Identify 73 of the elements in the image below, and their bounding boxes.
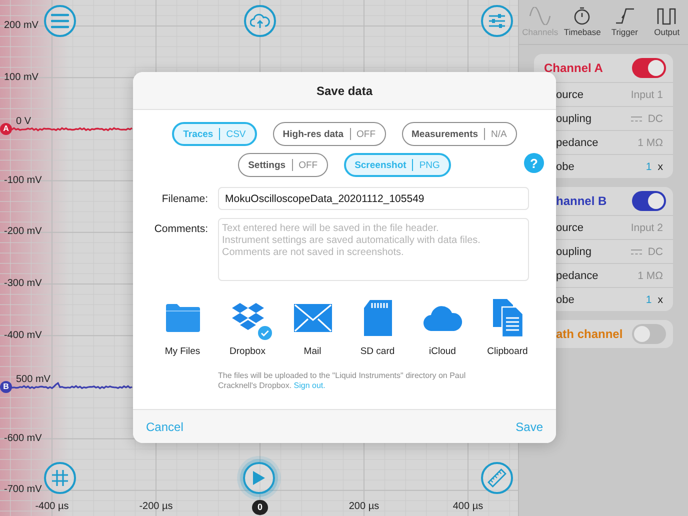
- axis-label: -700 mV: [4, 484, 42, 496]
- destination-item[interactable]: iCloud: [410, 298, 475, 357]
- cloud-upload-icon: [250, 13, 270, 29]
- axis-label: -200 µs: [138, 501, 174, 513]
- channel-toggle[interactable]: [632, 324, 666, 344]
- axis-label: 500 mV: [16, 374, 50, 386]
- setting-label: pedance: [556, 270, 598, 282]
- destination-item[interactable]: Dropbox: [215, 298, 280, 357]
- destination-item[interactable]: Mail: [280, 298, 345, 357]
- grid-button[interactable]: [44, 462, 76, 494]
- play-button[interactable]: [243, 462, 275, 494]
- menu-button[interactable]: [44, 5, 76, 37]
- cloud-icon: [422, 305, 462, 331]
- axis-label: -300 mV: [4, 278, 42, 290]
- sine-wave-icon: [529, 7, 552, 25]
- field-label: Comments:: [153, 222, 208, 235]
- destination-item[interactable]: Clipboard: [475, 298, 540, 357]
- sliders-icon: [488, 13, 506, 29]
- axis-label: -400 mV: [4, 330, 42, 342]
- axis-label: -100 mV: [4, 174, 42, 187]
- option-toggle[interactable]: High-res data OFF: [272, 122, 386, 146]
- setting-label: obe: [556, 160, 574, 172]
- channel-title: hannel B: [555, 194, 607, 208]
- menu-icon: [51, 13, 69, 29]
- axis-label: 200 mV: [4, 20, 38, 32]
- sd-card-icon: [364, 300, 392, 336]
- unit-label: x: [658, 294, 663, 306]
- channel-title: Channel A: [543, 61, 603, 75]
- cursor-marker[interactable]: 0: [252, 500, 268, 515]
- option-toggle[interactable]: Measurements N/A: [402, 122, 517, 146]
- setting-label: pedance: [556, 136, 598, 148]
- envelope-icon: [294, 304, 332, 332]
- square-pulse-icon: [656, 7, 678, 25]
- option-toggle[interactable]: Settings OFF: [238, 153, 328, 177]
- comments-field[interactable]: Text entered here will be saved in the file header. Instrument settings are saved automatically with data files. Comments are not saved in screenshots.: [218, 218, 529, 281]
- axis-label: 100 mV: [4, 72, 38, 84]
- setting-label: obe: [556, 294, 574, 306]
- dc-symbol-icon: [630, 248, 642, 254]
- axis-label: -600 mV: [4, 432, 42, 445]
- filename-field[interactable]: MokuOscilloscopeData_20201112_105549: [218, 187, 529, 210]
- measure-button[interactable]: [481, 462, 513, 494]
- ruler-icon: [487, 468, 507, 488]
- setting-label: oupling: [556, 246, 592, 258]
- upload-button[interactable]: [244, 5, 276, 37]
- axis-label: 200 µs: [348, 501, 380, 513]
- channel-title: ath channel: [555, 327, 623, 341]
- field-label: Filename:: [160, 192, 208, 204]
- unit-label: x: [658, 160, 663, 172]
- panel-tab[interactable]: Timebase: [561, 0, 604, 44]
- channel-toggle[interactable]: [632, 58, 666, 78]
- upload-note: The files will be uploaded to the "Liquid Instruments" directory on Paul Cracknell's Dropbox. Sign out.: [218, 371, 466, 391]
- setting-label: ource: [556, 222, 584, 234]
- axis-label: 400 µs: [452, 501, 484, 513]
- panel-tab[interactable]: Output: [646, 0, 688, 44]
- setting-label: oupling: [556, 112, 592, 124]
- axis-label: -400 µs: [34, 501, 70, 513]
- channel-toggle[interactable]: [632, 191, 666, 211]
- axis-label: -200 mV: [4, 226, 42, 238]
- axis-label: 0 V: [16, 116, 32, 128]
- panel-tab[interactable]: Trigger: [604, 0, 646, 44]
- dc-symbol-icon: [630, 116, 642, 122]
- destination-item[interactable]: SD card: [345, 298, 410, 357]
- step-edge-icon: [614, 7, 636, 25]
- trace-marker[interactable]: B: [0, 381, 12, 394]
- trace-marker[interactable]: A: [0, 123, 12, 136]
- grid-icon: [51, 469, 69, 487]
- folder-icon: [164, 303, 200, 333]
- dialog-title: Save data: [316, 84, 373, 98]
- play-icon: [252, 470, 266, 486]
- destination-item[interactable]: My Files: [150, 298, 215, 357]
- setting-label: ource: [556, 88, 584, 100]
- documents-icon: [492, 299, 522, 337]
- settings-button[interactable]: [481, 5, 513, 37]
